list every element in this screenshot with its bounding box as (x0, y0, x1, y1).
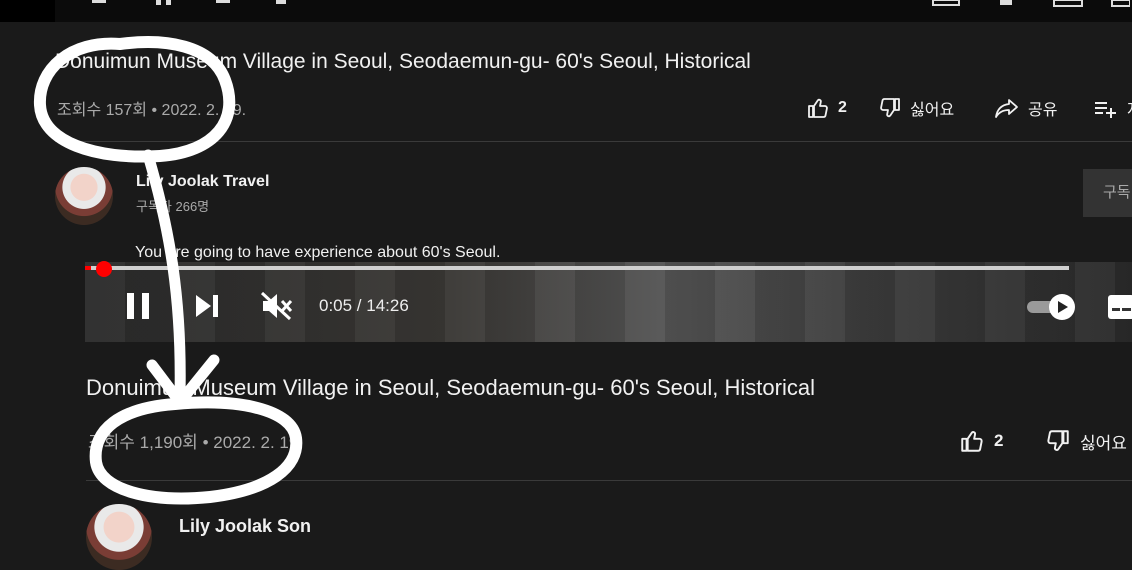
channel-name-2[interactable]: Lily Joolak Son (179, 516, 311, 537)
section-divider-2 (86, 480, 1132, 481)
like-count: 2 (838, 99, 847, 116)
pause-icon[interactable] (126, 292, 152, 320)
view-count: 조회수 157회 (57, 102, 148, 119)
settings-icon (1000, 0, 1012, 5)
top-right-controls[interactable] (930, 0, 1130, 10)
upload-date: 2022. 2. 19. (161, 102, 247, 119)
fullscreen-icon (1111, 0, 1130, 7)
video-player[interactable] (85, 262, 1132, 342)
like-button[interactable]: 2 (806, 96, 847, 120)
next-icon (216, 0, 230, 3)
pause-icon (156, 0, 161, 5)
mute-icon[interactable] (260, 291, 294, 321)
upload-date-updated: 2022. 2. 19. (213, 433, 304, 452)
share-icon (995, 99, 1018, 118)
meta-separator: • (151, 102, 158, 119)
meta-separator: • (202, 433, 209, 452)
section-divider (55, 141, 1132, 142)
channel-name[interactable]: Lily Joolak Travel (136, 173, 269, 191)
thumbs-up-icon (808, 98, 828, 118)
playlist-add-icon (1095, 102, 1116, 118)
dislike-button[interactable]: 싫어요 (878, 96, 954, 120)
progress-track[interactable] (85, 266, 1069, 270)
save-button[interactable]: 저 (1093, 96, 1132, 120)
share-label: 공유 (1028, 102, 1058, 119)
share-button[interactable]: 공유 (994, 96, 1057, 120)
video-meta-updated: 조회수 1,190회 • 2022. 2. 19. (88, 428, 303, 453)
view-count-updated: 조회수 1,190회 (88, 433, 198, 452)
thumbs-down-icon (880, 98, 900, 118)
video-description: You are going to have experience about 6… (135, 244, 501, 261)
time-display: 0:05 / 14:26 (319, 296, 409, 315)
progress-fill (85, 266, 91, 270)
video-meta: 조회수 157회 • 2022. 2. 19. (57, 96, 246, 120)
dislike-label-updated: 싫어요 (1080, 433, 1127, 453)
channel-avatar[interactable] (55, 167, 113, 225)
subscriber-count: 구독자 266명 (136, 199, 210, 214)
subscribe-button[interactable]: 구독 (1083, 169, 1132, 217)
video-title-updated: Donuimun Museum Village in Seoul, Seodae… (86, 375, 815, 400)
autoplay-toggle-icon[interactable] (1025, 292, 1079, 322)
theater-icon (1053, 0, 1083, 7)
top-controls-icons[interactable] (90, 0, 340, 10)
dislike-button-updated[interactable]: 싫어요 (1044, 428, 1127, 454)
prev-icon (92, 0, 106, 3)
next-icon[interactable] (195, 294, 221, 318)
video-title: Donuimun Museum Village in Seoul, Seodae… (55, 50, 751, 73)
dislike-label: 싫어요 (910, 102, 955, 119)
thumbs-down-icon (1047, 430, 1069, 451)
video-frame (85, 262, 1132, 342)
save-label: 저 (1127, 96, 1132, 120)
subtitles-icon[interactable] (1107, 294, 1132, 320)
channel-avatar-2[interactable] (86, 504, 152, 570)
like-button-updated[interactable]: 2 (958, 428, 1003, 454)
like-count-updated: 2 (994, 431, 1004, 450)
mute-icon (276, 0, 286, 4)
progress-scrubber[interactable] (96, 261, 112, 277)
thumbs-up-icon (961, 431, 983, 452)
miniplayer-icon (932, 0, 960, 6)
